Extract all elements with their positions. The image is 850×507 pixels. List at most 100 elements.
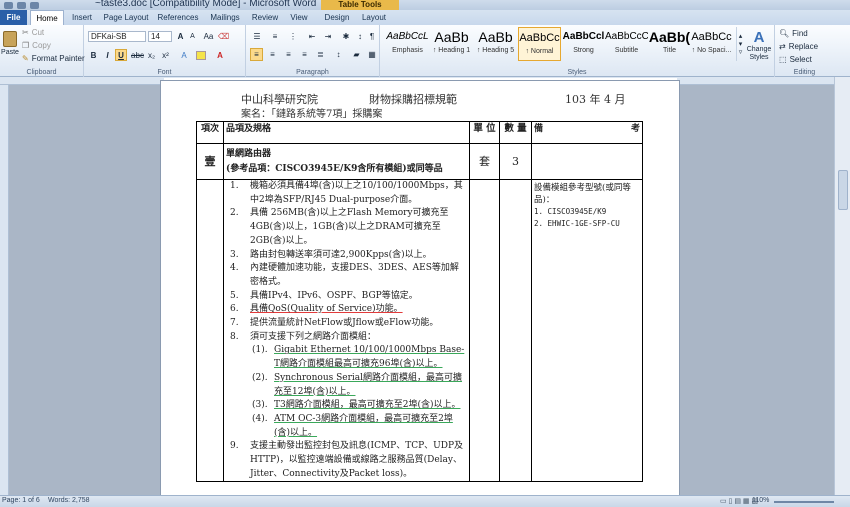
table-row: 1. 機箱必須具備4埠(含)以上之10/100/1000Mbps，其中2埠為SFP… [196,178,643,483]
replace-button[interactable]: ⇄ Replace [779,41,818,52]
increase-indent-icon[interactable]: ⇥ [322,30,334,42]
line-spacing-icon[interactable]: ↕ [332,48,345,61]
shading-icon[interactable]: ▰ [350,48,363,61]
zoom-slider[interactable] [774,501,834,503]
item-qty: 3 [499,143,532,180]
style-emphasis[interactable]: AaBbCcL Emphasis [386,27,429,61]
font-name-select[interactable]: DFKai-SB [88,31,146,42]
justify-icon[interactable]: ≡ [298,48,311,61]
italic-icon[interactable]: I [102,49,113,61]
decrease-indent-icon[interactable]: ⇤ [306,30,318,42]
editing-label: Editing [793,69,816,76]
find-button[interactable]: 🔍︎ Find [779,28,808,39]
sort-icon[interactable]: ↕ [354,30,366,42]
word-count[interactable]: Words: 2,758 [48,497,90,504]
save-icon[interactable] [4,1,13,9]
tab-page-layout[interactable]: Page Layout [100,10,152,25]
item-title: 單網路由器 (參考品項：CISCO3945E/K9含所有模組)或同等品 [223,143,470,180]
bullets-icon[interactable]: ☰ [250,30,264,42]
style-title[interactable]: AaBb(Title [648,27,691,61]
ribbon-tabs: File Home Insert Page Layout References … [0,10,850,25]
change-case-icon[interactable]: Aa [203,30,214,42]
align-right-icon[interactable]: ≡ [282,48,295,61]
superscript-icon[interactable]: x² [160,49,171,61]
font-size-select[interactable]: 14 [148,31,172,42]
find-icon: 🔍︎ [779,29,790,38]
tab-view[interactable]: View [284,10,314,25]
list-item: 1. 機箱必須具備4埠(含)以上之10/100/1000Mbps，其中2埠為SFP… [230,181,463,205]
styles-label: Styles [567,69,587,76]
align-center-icon[interactable]: ≡ [266,48,279,61]
tab-design[interactable]: Design [321,10,353,25]
style-heading-5[interactable]: AaBb ↑ Heading 5 [474,27,517,61]
font-label: Font [157,69,172,76]
table-header-row: 項次 品項及規格 單 位 數 量 備考 [196,121,643,144]
note-line: 1. CISCO3945E/K9 [534,207,607,216]
paste-button[interactable]: Paste [0,26,20,60]
clear-formatting-icon[interactable]: ⌫ [218,30,229,42]
style-subtitle[interactable]: AaBbCcC Subtitle [605,27,648,61]
title-bar: ~taste3.doc [Compatibility Mode] - Micro… [0,0,850,10]
styles-scroll[interactable]: ▴ ▾ ▿ [736,27,744,61]
copy-button[interactable]: ❐ Copy [22,40,51,50]
select-button[interactable]: ⬚ Select [779,54,812,65]
tab-home[interactable]: Home [30,10,64,25]
editing-group: 🔍︎ Find ⇄ Replace ⬚ Select Editing [775,25,834,77]
tab-review[interactable]: Review [248,10,282,25]
item-unit: 套 [469,143,500,180]
font-group: DFKai-SB 14 A A Aa ⌫ B I U abc x₂ x² A A… [84,25,246,77]
show-marks-icon[interactable]: ¶ [366,30,378,42]
scrollbar-thumb[interactable] [838,170,848,210]
col-note-header: 備考 [531,121,643,144]
style-strong[interactable]: AaBbCcl Strong [562,27,605,61]
spec-table[interactable]: 項次 品項及規格 單 位 數 量 備考 壹 單網路由器 (參考品項：CISCO3… [196,121,643,483]
bold-icon[interactable]: B [88,49,99,61]
highlight-icon[interactable] [194,49,208,61]
list-item: 2. 具備 256MB(含)以上之Flash Memory可擴充至4GB(含)以上… [230,208,449,246]
vertical-scrollbar[interactable] [834,77,850,495]
align-left-icon[interactable]: ≡ [250,48,263,61]
table-row: 壹 單網路由器 (參考品項：CISCO3945E/K9含所有模組)或同等品 套 … [196,143,643,180]
tab-layout[interactable]: Layout [357,10,391,25]
tab-references[interactable]: References [154,10,202,25]
cut-button[interactable]: ✂ Cut [22,27,44,37]
status-bar: Page: 1 of 6 Words: 2,758 ▭ ▯ ▤ ▦ ▧ 110% [0,495,850,507]
styles-group: AaBbCcL Emphasis AaBb ↑ Heading 1 AaBb ↑ He… [380,25,775,77]
subscript-icon[interactable]: x₂ [146,49,157,61]
distributed-icon[interactable]: ≣ [314,48,327,61]
list-item: 3. 路由封包轉送率須可達2,900Kpps(含)以上。 [230,249,432,260]
text-effects-icon[interactable]: A [178,49,190,61]
list-item: (4). ATM OC-3網路介面模組，最高可擴充至2埠(含)以上。 [252,413,453,438]
underline-icon[interactable]: U [115,49,127,61]
replace-icon: ⇄ [779,42,786,51]
page-count[interactable]: Page: 1 of 6 [2,497,40,504]
tab-mailings[interactable]: Mailings [204,10,246,25]
borders-icon[interactable]: ▦ [366,48,378,61]
tab-insert[interactable]: Insert [66,10,98,25]
list-item: 9. 支援主動發出監控封包及訊息(ICMP、TCP、UDP及HTTP)，以監控遠端… [230,441,464,479]
style-heading-1[interactable]: AaBb ↑ Heading 1 [430,27,473,61]
col-name-header: 品項及規格 [223,121,470,144]
grow-font-icon[interactable]: A [175,30,186,42]
undo-icon[interactable] [17,1,26,9]
zoom-level[interactable]: 110% [752,497,769,504]
col-unit-header: 單 位 [469,121,500,144]
style-no-spacing[interactable]: AaBbCc ↑ No Spaci... [690,27,733,61]
change-styles-button[interactable]: A Change Styles [744,26,774,64]
strikethrough-icon[interactable]: abc [131,49,144,61]
document-page[interactable]: 中山科學研究院 財物採購招標規範 103 年 4 月 案名：「鏈路系統等7項」採… [160,80,680,500]
style-normal[interactable]: AaBbCc ↑ Normal [518,27,561,61]
vertical-ruler[interactable] [0,85,9,495]
list-item: 8. 須可支援下列之網路介面模組： [230,331,377,342]
format-painter-button[interactable]: ✎ Format Painter [22,53,85,63]
tab-file[interactable]: File [0,10,27,25]
redo-icon[interactable] [30,1,39,9]
numbering-icon[interactable]: ≡ [268,30,282,42]
clipboard-label: Clipboard [26,69,57,76]
sub-list: (1). Gigabit Ethernet 10/100/1000Mbps Bas… [230,344,465,440]
chinese-layout-icon[interactable]: ✱ [340,30,352,42]
copy-icon: ❐ [22,40,30,50]
font-color-icon[interactable]: A [214,49,226,61]
multilevel-list-icon[interactable]: ⋮ [286,30,300,42]
shrink-font-icon[interactable]: A [187,30,198,42]
